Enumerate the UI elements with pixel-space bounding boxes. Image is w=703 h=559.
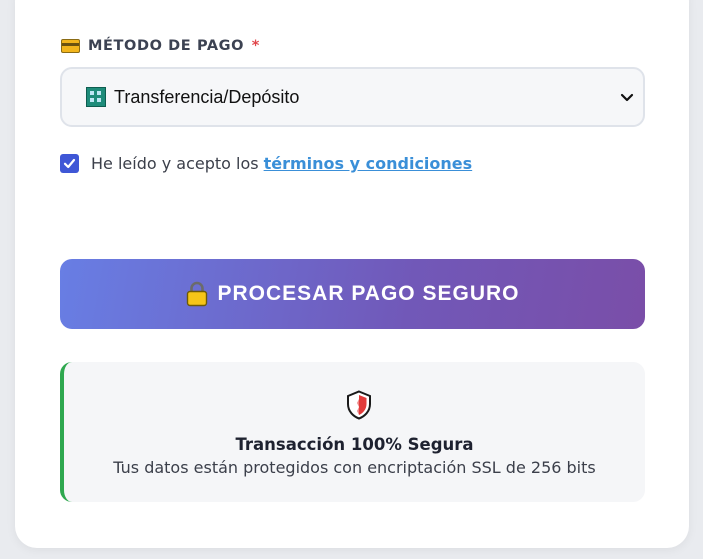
payment-method-value: Transferencia/Depósito (114, 86, 300, 107)
terms-link[interactable]: términos y condiciones (264, 154, 473, 173)
payment-method-label: MÉTODO DE PAGO * (61, 38, 260, 54)
credit-card-icon (61, 39, 80, 53)
payment-method-select[interactable]: Transferencia/Depósito (60, 67, 645, 127)
terms-text: He leído y acepto los (91, 154, 259, 173)
process-payment-label: PROCESAR PAGO SEGURO (217, 282, 520, 305)
lock-icon (186, 281, 207, 307)
terms-row: He leído y acepto los términos y condici… (60, 154, 472, 173)
security-notice: Transacción 100% Segura Tus datos están … (60, 362, 645, 502)
terms-checkbox[interactable] (60, 154, 79, 173)
required-mark: * (251, 38, 260, 54)
chevron-down-icon (620, 93, 634, 102)
payment-method-label-text: MÉTODO DE PAGO (88, 38, 245, 54)
check-icon (63, 158, 76, 169)
security-subtitle: Tus datos están protegidos con encriptac… (113, 458, 596, 477)
shield-icon (347, 390, 371, 420)
bank-icon (86, 87, 106, 107)
process-payment-button[interactable]: PROCESAR PAGO SEGURO (60, 259, 645, 329)
security-title: Transacción 100% Segura (235, 435, 474, 454)
